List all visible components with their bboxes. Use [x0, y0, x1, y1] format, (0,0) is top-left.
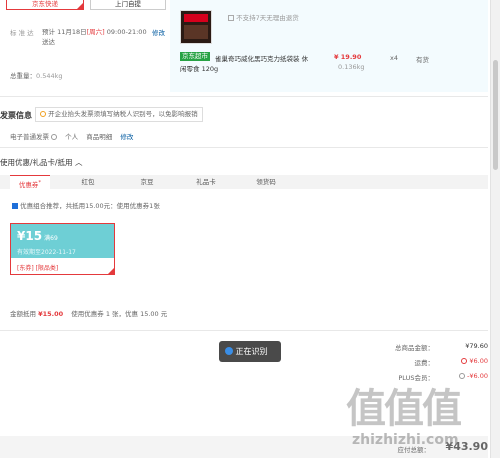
coupon-selected-mark — [108, 268, 114, 274]
invoice-content: 商品明细 — [86, 133, 113, 141]
deduct-amount: ¥15.00 — [38, 310, 64, 318]
total-weight: 总重量：0.544kg — [10, 70, 63, 80]
invoice-title: 发票信息 — [0, 111, 32, 120]
selected-corner-mark — [77, 3, 83, 9]
product-price: ¥ 19.90 — [334, 53, 362, 61]
product-stock: 有货 — [416, 56, 429, 64]
divider — [0, 147, 488, 148]
product-panel: 不支持7天无理由退货 京东超市 雀巢奇巧威化黑巧克力纸袋装 休 闲零食 120g… — [170, 0, 488, 92]
pickup-button[interactable]: 上门自提 — [90, 0, 166, 10]
total-label: 总商品金额： — [395, 344, 434, 352]
product-image[interactable] — [180, 10, 212, 44]
coupon-amount: ¥15 — [17, 229, 43, 243]
help-icon[interactable] — [51, 134, 58, 140]
toast-text: 正在识别 — [235, 347, 268, 356]
invoice-holder: 个人 — [65, 133, 79, 141]
product-name-line2[interactable]: 闲零食 120g — [180, 63, 218, 73]
weight-label: 总重量： — [10, 72, 36, 80]
weight-value: 0.544kg — [36, 72, 63, 80]
tab-red-packet[interactable]: 红包 — [68, 175, 108, 189]
watermark-logo: 值值值 — [346, 386, 462, 432]
product-qty: x4 — [390, 54, 398, 62]
delivery-edit-link[interactable]: 修改 — [152, 27, 165, 37]
coupon-amount-row: ¥15 满69 — [17, 229, 58, 243]
deduct-detail: 使用优惠券 1 张，优惠 15.00 元 — [71, 310, 168, 318]
total-value: ¥79.60 — [465, 342, 488, 350]
plus-row: -¥6.00 — [458, 372, 488, 380]
scrollbar-thumb[interactable] — [493, 60, 498, 170]
product-weight: 0.136kg — [338, 63, 365, 71]
plus-value: -¥6.00 — [467, 372, 488, 380]
tab-jd-beans[interactable]: 京豆 — [127, 175, 167, 189]
jd-supermarket-badge: 京东超市 — [180, 52, 210, 61]
invoice-details: 电子普通发票 个人 商品明细 修改 — [10, 131, 133, 141]
return-policy-text: 不支持7天无理由退货 — [236, 14, 299, 22]
checkbox-icon[interactable] — [12, 203, 18, 209]
tab-coupons-label: 优惠券 — [18, 181, 39, 190]
jd-delivery-label: 京东快递 — [32, 0, 58, 8]
tab-gift-card[interactable]: 礼品卡 — [186, 175, 226, 189]
lightbulb-icon — [40, 111, 46, 117]
deduct-label: 金额抵用 — [10, 310, 36, 318]
coupon-condition: 满69 — [44, 235, 58, 242]
invoice-type: 电子普通发票 — [10, 133, 49, 141]
recognizing-toast: 正在识别 — [219, 341, 281, 362]
combo-recommend: 优惠组合推荐，共抵用15.00元：使用优惠券1张 — [12, 200, 160, 210]
combo-note-text: 优惠组合推荐，共抵用15.00元：使用优惠券1张 — [20, 202, 160, 210]
invoice-edit-link[interactable]: 修改 — [120, 133, 133, 141]
shipping-row: ¥6.00 — [461, 357, 488, 365]
shipping-label: 运费： — [414, 359, 435, 367]
standard-delivery-label: 标 准 达 — [10, 29, 34, 37]
coupon-expiry: 有效期至2022-11-17 — [17, 249, 76, 256]
no-return-icon — [228, 15, 234, 21]
clock-icon[interactable] — [461, 358, 468, 364]
tab-redeem-code[interactable]: 领货码 — [246, 175, 286, 189]
return-policy: 不支持7天无理由退货 — [228, 12, 299, 22]
coupon-tags: [东券] [限品类] — [17, 265, 59, 272]
delivery-weekday: [周六] — [86, 28, 105, 36]
coupon-card-top: ¥15 满69 有效期至2022-11-17 — [11, 224, 114, 258]
delivery-estimate: 预计 11月18日[周六] 09:00-21:00 送达 — [42, 27, 150, 47]
tab-coupons[interactable]: 优惠券* — [10, 175, 50, 189]
shipping-value: ¥6.00 — [469, 357, 488, 365]
checkout-page: { "delivery": { "btn_jd": "京东快递", "btn_p… — [0, 0, 500, 458]
invoice-tip-text: 开企业抬头发票须填写纳税人识别号，以免影响报销 — [48, 110, 198, 118]
watermark-site: zhizhizhi.com — [352, 432, 459, 448]
chevron-up-icon: ︿ — [74, 158, 83, 167]
deduct-summary: 金额抵用 ¥15.00 使用优惠券 1 张，优惠 15.00 元 — [10, 308, 167, 318]
pickup-label: 上门自提 — [115, 0, 141, 8]
coupon-card[interactable]: ¥15 满69 有效期至2022-11-17 [东券] [限品类] — [10, 223, 115, 275]
jd-delivery-button[interactable]: 京东快递 — [6, 0, 84, 10]
product-name-line1[interactable]: 雀巢奇巧威化黑巧克力纸袋装 休 — [215, 53, 308, 63]
coupon-tabs: 优惠券* 红包 京豆 礼品卡 领货码 — [0, 175, 488, 189]
divider — [0, 96, 488, 97]
delivery-date: 预计 11月18日 — [42, 28, 87, 36]
info-icon — [225, 347, 233, 355]
scrollbar[interactable] — [490, 0, 500, 458]
invoice-tip: 开企业抬头发票须填写纳税人识别号，以免影响报销 — [35, 107, 203, 122]
coupon-section-title[interactable]: 使用优惠/礼品卡/抵用 ︿ — [0, 157, 82, 168]
divider — [0, 330, 488, 331]
coupon-section-title-text: 使用优惠/礼品卡/抵用 — [0, 158, 73, 167]
